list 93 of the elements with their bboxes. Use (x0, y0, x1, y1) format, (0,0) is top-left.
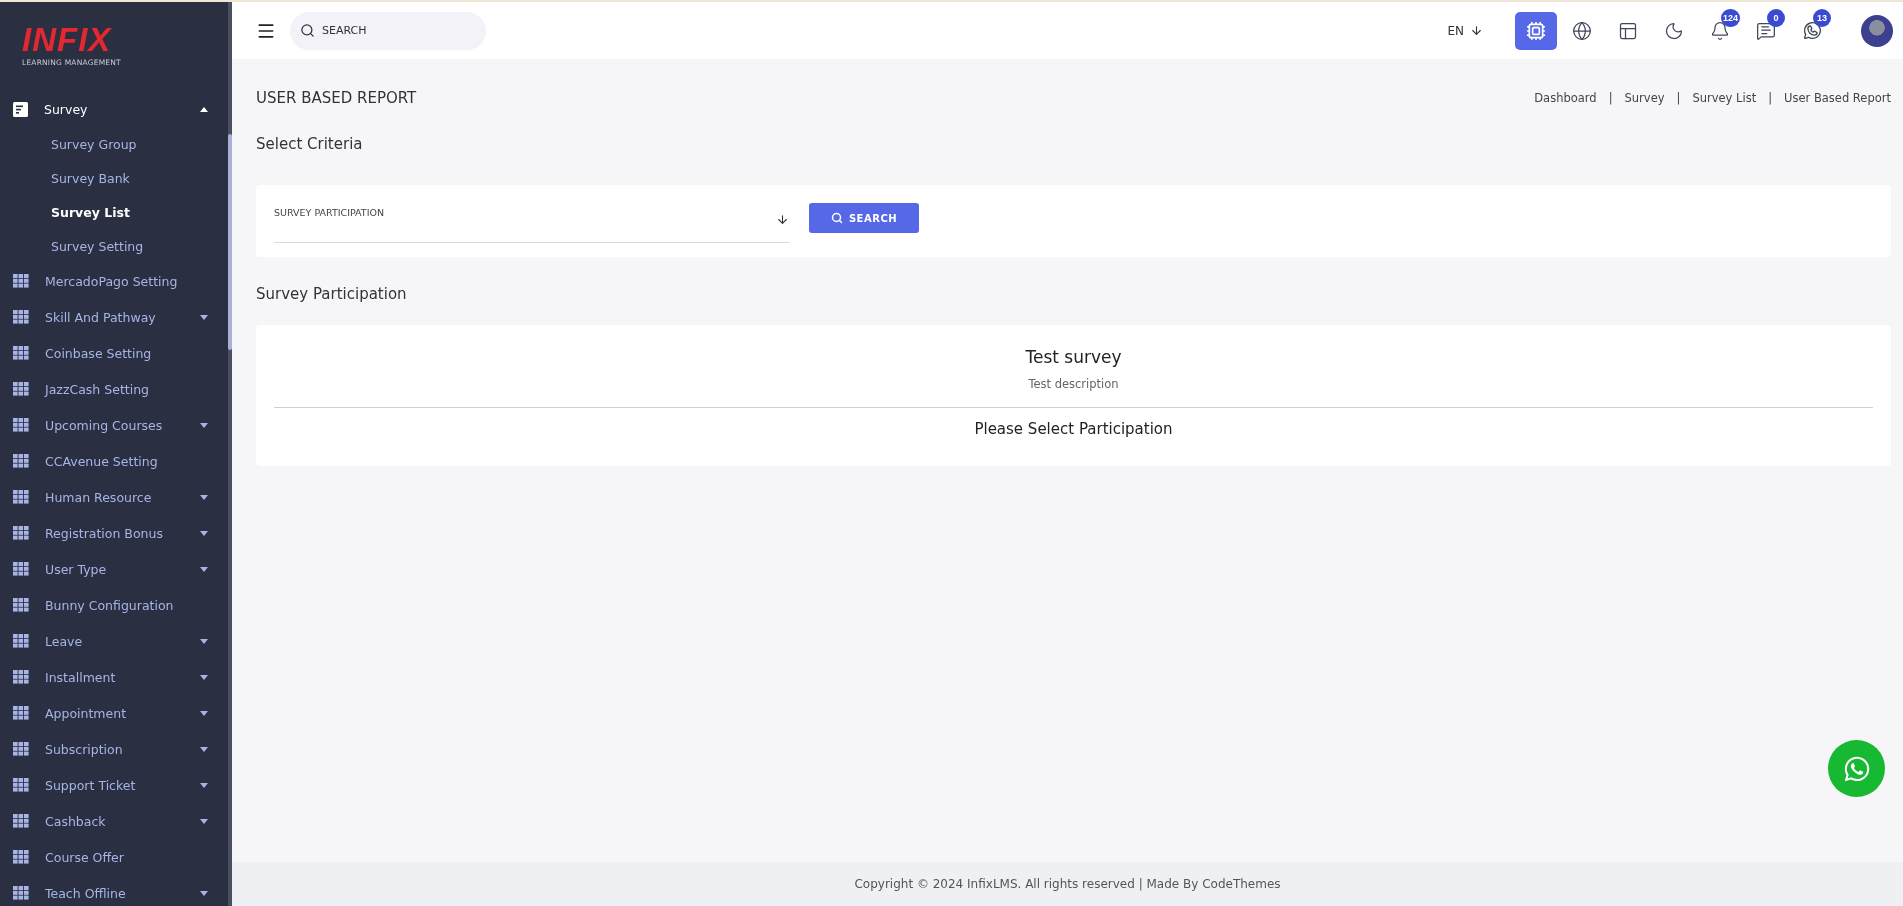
document-icon (13, 101, 28, 117)
breadcrumb-link[interactable]: Survey (1624, 91, 1665, 105)
survey-title: Test survey (1025, 347, 1122, 367)
caret-icon (200, 566, 208, 572)
survey-description: Test description (1028, 377, 1119, 391)
grid-icon (13, 670, 29, 684)
search-field[interactable]: SEARCH (290, 11, 486, 50)
search-icon (300, 22, 315, 38)
sidebar-item[interactable]: Registration Bonus (0, 515, 228, 551)
empty-message: Please Select Participation (974, 420, 1173, 438)
search-icon (830, 212, 843, 224)
sidebar-subitem[interactable]: Survey List (0, 195, 228, 229)
caret-icon (200, 494, 208, 500)
toolbar-button[interactable]: 0 (1745, 11, 1787, 50)
grid-icon (13, 490, 29, 504)
caret-icon (200, 746, 208, 752)
breadcrumb-separator: | (1676, 91, 1681, 105)
page-title: USER BASED REPORT (256, 89, 417, 107)
grid-icon (13, 778, 29, 792)
section-heading: Survey Participation (256, 285, 408, 303)
sidebar-item[interactable]: Appointment (0, 695, 228, 731)
sidebar-item[interactable]: MercadoPago Setting (0, 263, 228, 299)
caret-icon (200, 782, 208, 788)
sidebar-subitem[interactable]: Survey Setting (0, 229, 228, 263)
sidebar-item[interactable]: Cashback (0, 803, 228, 839)
chip-icon (1526, 20, 1546, 41)
grid-icon (13, 418, 29, 432)
toolbar-button[interactable]: 13 (1791, 11, 1833, 50)
bell-icon (1710, 20, 1730, 41)
caret-icon (200, 106, 208, 112)
globe-icon (1572, 20, 1592, 41)
caret-icon (200, 710, 208, 716)
toolbar-button[interactable]: 124 (1699, 11, 1741, 50)
breadcrumb-separator: | (1608, 91, 1613, 105)
caret-icon (200, 422, 208, 428)
sidebar-item[interactable]: Upcoming Courses (0, 407, 228, 443)
breadcrumb-link[interactable]: Survey List (1692, 91, 1757, 105)
grid-icon (13, 850, 29, 864)
sidebar-item[interactable]: User Type (0, 551, 228, 587)
arrow-down-icon (776, 213, 789, 226)
moon-icon (1664, 20, 1684, 41)
sidebar-subitem[interactable]: Survey Bank (0, 161, 228, 195)
section-heading: Select Criteria (256, 135, 364, 153)
sidebar-item[interactable]: Installment (0, 659, 228, 695)
chat-icon (1756, 20, 1776, 41)
grid-icon (13, 742, 29, 756)
sidebar-item[interactable]: Survey (0, 91, 228, 127)
copyright-text: Copyright © 2024 InfixLMS. All rights reserved | Made By CodeThemes (854, 877, 1281, 891)
grid-icon (13, 706, 29, 720)
sidebar-item[interactable]: Support Ticket (0, 767, 228, 803)
sidebar-item[interactable]: Skill And Pathway (0, 299, 228, 335)
whatsapp-icon (1842, 754, 1871, 783)
caret-icon (200, 530, 208, 536)
grid-icon (13, 814, 29, 828)
breadcrumb-separator: | (1768, 91, 1773, 105)
sidebar-item[interactable]: Coinbase Setting (0, 335, 228, 371)
arrow-down-icon (1470, 24, 1483, 37)
sidebar-item[interactable]: Course Offer (0, 839, 228, 875)
search-button[interactable]: SEARCH (809, 203, 919, 233)
grid-icon (13, 310, 29, 324)
caret-icon (200, 638, 208, 644)
count-badge: 124 (1721, 8, 1741, 27)
sidebar-item[interactable]: Leave (0, 623, 228, 659)
sidebar-item[interactable]: Subscription (0, 731, 228, 767)
grid-icon (13, 382, 29, 396)
avatar[interactable] (1861, 14, 1893, 47)
grid-icon (13, 886, 29, 900)
count-badge: 0 (1767, 8, 1785, 27)
sidebar-item[interactable]: Human Resource (0, 479, 228, 515)
caret-icon (200, 890, 208, 896)
grid-icon (13, 454, 29, 468)
breadcrumb-link[interactable]: Dashboard (1534, 91, 1597, 105)
sidebar-item[interactable]: Teach Offline (0, 875, 228, 906)
caret-icon (200, 314, 208, 320)
caret-icon (200, 674, 208, 680)
grid-icon (13, 634, 29, 648)
whatsapp-icon (1801, 20, 1823, 41)
breadcrumb-link[interactable]: User Based Report (1784, 91, 1891, 105)
sidebar-item[interactable]: Bunny Configuration (0, 587, 228, 623)
toolbar-button[interactable] (1515, 11, 1557, 50)
caret-icon (200, 818, 208, 824)
grid-icon (13, 346, 29, 360)
grid-icon (13, 274, 29, 288)
grid-icon (13, 598, 29, 612)
sidebar-item[interactable]: CCAvenue Setting (0, 443, 228, 479)
count-badge: 13 (1813, 8, 1831, 27)
language-selector[interactable]: EN (1441, 22, 1489, 39)
sidebar-subitem[interactable]: Survey Group (0, 127, 228, 161)
grid-icon (13, 526, 29, 540)
sidebar-item[interactable]: JazzCash Setting (0, 371, 228, 407)
layout-icon (1618, 20, 1638, 41)
grid-icon (13, 562, 29, 576)
select-field[interactable]: SURVEY PARTICIPATION (274, 201, 789, 243)
